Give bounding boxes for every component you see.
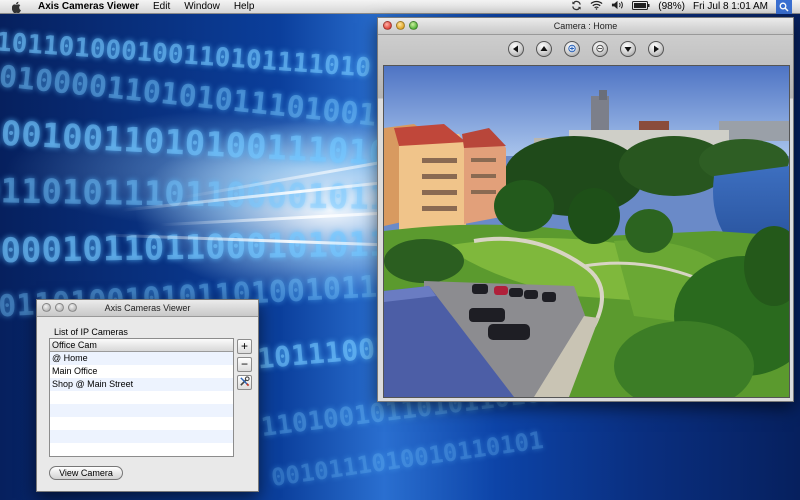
window-controls [383,21,422,30]
table-row-empty[interactable] [50,404,233,417]
camera-window-titlebar[interactable]: Camera : Home [378,18,793,35]
zoom-out-button[interactable] [591,41,608,57]
pan-left-button[interactable] [507,41,524,57]
zoom-button[interactable] [409,21,418,30]
camera-table[interactable]: Office Cam @ Home Main Office Shop @ Mai… [49,338,234,457]
view-camera-button[interactable]: View Camera [49,466,123,480]
window-title: Axis Cameras Viewer [104,303,191,313]
wifi-icon[interactable] [590,0,603,13]
table-row[interactable]: @ Home [50,352,233,365]
menu-bar: Axis Cameras Viewer Edit Window Help (98… [0,0,800,14]
battery-percent: (98%) [658,1,685,12]
menu-edit[interactable]: Edit [153,1,170,12]
close-button[interactable] [383,21,392,30]
table-row[interactable]: Main Office [50,365,233,378]
zoom-in-button[interactable] [563,41,580,57]
camera-feed[interactable] [383,65,790,398]
list-window-titlebar[interactable]: Axis Cameras Viewer [37,300,258,317]
battery-icon[interactable] [632,0,650,13]
close-button[interactable] [42,303,51,312]
table-row-empty[interactable] [50,443,233,456]
menu-app-name[interactable]: Axis Cameras Viewer [38,1,139,12]
zoom-out-icon [595,44,604,53]
ptz-toolbar [378,35,793,63]
pan-right-button[interactable] [647,41,664,57]
add-camera-button[interactable]: + [237,339,252,354]
table-row-empty[interactable] [50,417,233,430]
arrow-right-icon [653,45,659,53]
arrow-up-icon [540,46,547,51]
arrow-down-icon [624,47,631,52]
minimize-button[interactable] [396,21,405,30]
tilt-up-button[interactable] [535,41,552,57]
zoom-in-icon [567,44,576,53]
wrench-screwdriver-icon [240,376,250,387]
arrow-left-icon [512,45,518,53]
zoom-button[interactable] [68,303,77,312]
edit-camera-button[interactable] [237,375,252,390]
apple-icon[interactable] [10,0,24,14]
spotlight-icon[interactable] [776,0,792,14]
camera-window: Camera : Home [377,17,794,402]
menu-window[interactable]: Window [184,1,220,12]
camera-list-heading: List of IP Cameras [54,327,128,337]
window-title: Camera : Home [553,21,618,31]
volume-icon[interactable] [611,0,624,13]
window-controls [42,303,81,312]
table-header[interactable]: Office Cam [50,339,233,352]
table-row-empty[interactable] [50,391,233,404]
camera-list-window: Axis Cameras Viewer List of IP Cameras O… [36,299,259,492]
menu-clock[interactable]: Fri Jul 8 1:01 AM [693,1,768,12]
menu-help[interactable]: Help [234,1,255,12]
minimize-button[interactable] [55,303,64,312]
sync-icon[interactable] [571,0,582,14]
menu-extras: (98%) Fri Jul 8 1:01 AM [563,0,800,14]
camera-image [384,66,789,397]
remove-camera-button[interactable]: − [237,357,252,372]
table-row[interactable]: Shop @ Main Street [50,378,233,391]
tilt-down-button[interactable] [619,41,636,57]
table-row-empty[interactable] [50,430,233,443]
